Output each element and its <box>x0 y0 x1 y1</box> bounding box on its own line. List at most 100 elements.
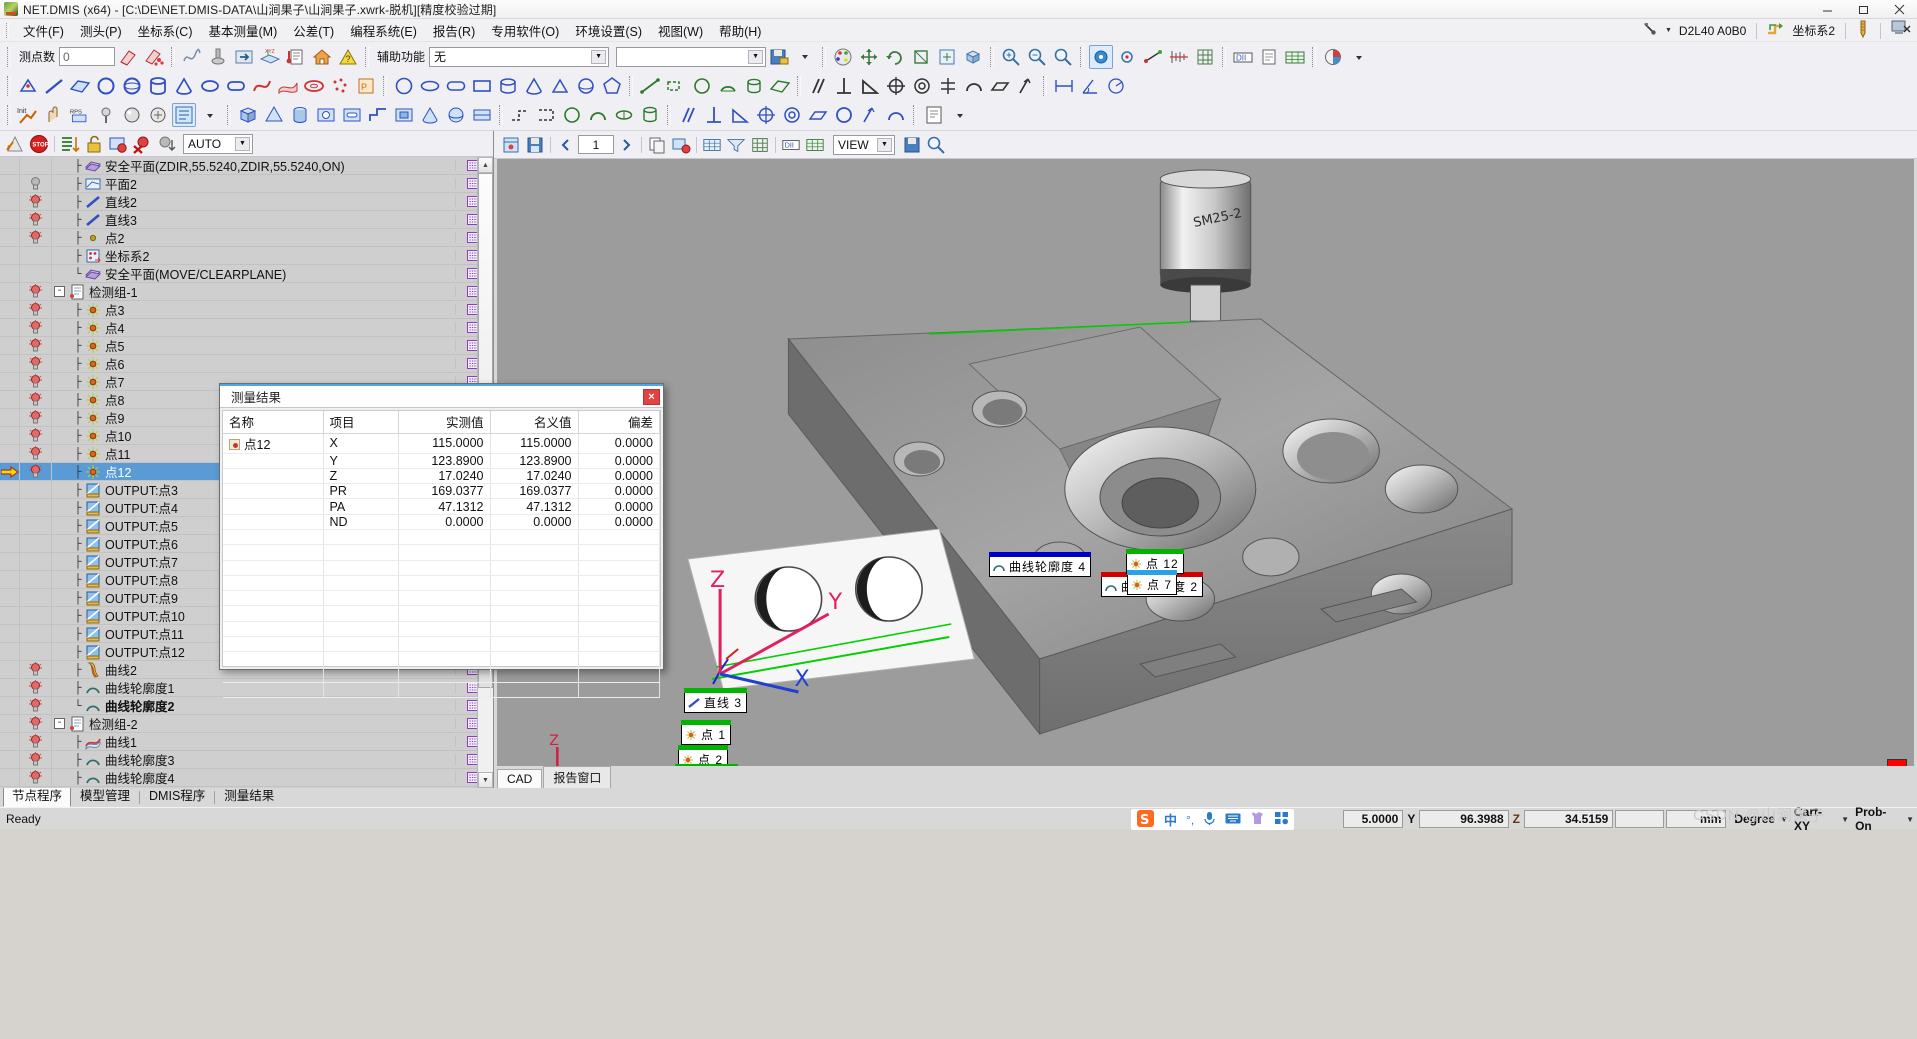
palette2-dropdown-icon[interactable] <box>1347 45 1371 69</box>
circle-feature-icon[interactable] <box>94 74 118 98</box>
torus-feature-icon[interactable] <box>302 74 326 98</box>
toolbar-grip[interactable] <box>171 47 175 67</box>
tol-parallel-icon[interactable] <box>806 74 830 98</box>
tree-row[interactable]: ├曲线1 <box>0 733 493 751</box>
minimize-button[interactable] <box>1809 0 1845 19</box>
menu-tolerance[interactable]: 公差(T) <box>285 18 342 43</box>
tree-expander[interactable]: - <box>54 718 65 729</box>
path-circle-icon[interactable] <box>560 103 584 127</box>
table-row[interactable]: Z17.024017.02400.0000 <box>223 468 660 483</box>
parallel2-icon[interactable] <box>676 103 700 127</box>
pcs-icon[interactable]: P <box>354 74 378 98</box>
tree-visibility-toggle[interactable] <box>20 697 52 714</box>
home-icon[interactable] <box>310 45 334 69</box>
coordinate-system-icon[interactable] <box>1767 21 1785 40</box>
tol-profile-icon[interactable] <box>962 74 986 98</box>
aux-secondary-combo[interactable]: ▼ <box>616 47 766 67</box>
g-slot2-icon[interactable] <box>444 74 468 98</box>
curve-feature-icon[interactable] <box>250 74 274 98</box>
tree-visibility-toggle[interactable] <box>20 427 52 444</box>
chevron-down-icon[interactable]: ▼ <box>235 137 250 151</box>
table-row[interactable]: PR169.0377169.03770.0000 <box>223 484 660 499</box>
tree-visibility-toggle[interactable] <box>20 319 52 336</box>
tree-row[interactable]: └安全平面(MOVE/CLEARPLANE) <box>0 265 493 283</box>
ellipse-feature-icon[interactable] <box>198 74 222 98</box>
view-zoom-icon[interactable] <box>925 134 947 156</box>
cad-viewport[interactable]: SM25-2 <box>497 159 1914 766</box>
view-preset-combo[interactable]: VIEW ▼ <box>833 135 895 155</box>
g-cyl2-icon[interactable] <box>496 74 520 98</box>
menu-grip[interactable] <box>6 23 9 38</box>
tree-row[interactable]: ├平面2 <box>0 175 493 193</box>
chevron-down-icon[interactable]: ▼ <box>877 138 892 152</box>
toolbar-grip[interactable] <box>365 47 369 67</box>
tree-visibility-toggle[interactable] <box>20 499 52 516</box>
ime-mic-icon[interactable] <box>1203 811 1216 829</box>
toolbar-grip[interactable] <box>1080 47 1084 67</box>
toolbar-grip[interactable] <box>797 76 801 96</box>
tree-row[interactable]: ├点5 <box>0 337 493 355</box>
tree-visibility-toggle[interactable] <box>20 247 52 264</box>
table-row[interactable]: Y123.8900123.89000.0000 <box>223 453 660 468</box>
toolbar-grip[interactable] <box>7 76 11 96</box>
copy-view-icon[interactable] <box>646 134 668 156</box>
next-page-icon[interactable] <box>615 134 637 156</box>
g-cone2-icon[interactable] <box>522 74 546 98</box>
geo-hole-icon[interactable] <box>314 103 338 127</box>
grid-table-icon[interactable] <box>1283 45 1307 69</box>
menu-basic-measure[interactable]: 基本测量(M) <box>201 18 286 43</box>
save-view-icon[interactable] <box>524 134 546 156</box>
construct-box-icon[interactable] <box>664 74 688 98</box>
zoom-out-icon[interactable] <box>1025 45 1049 69</box>
menu-special-software[interactable]: 专用软件(O) <box>483 18 567 43</box>
select-point-icon[interactable] <box>1115 45 1139 69</box>
g-tri-icon[interactable] <box>548 74 572 98</box>
toolbar-grip[interactable] <box>1222 47 1226 67</box>
view-iso-icon[interactable] <box>961 45 985 69</box>
toolbar-grip[interactable] <box>7 47 11 67</box>
tree-visibility-toggle[interactable] <box>20 463 52 480</box>
sphere-feature-icon[interactable] <box>120 74 144 98</box>
construct-circle-icon[interactable] <box>690 74 714 98</box>
tree-visibility-toggle[interactable] <box>20 751 52 768</box>
path-move-icon[interactable] <box>508 103 532 127</box>
execution-mode-combo[interactable]: AUTO ▼ <box>183 134 253 154</box>
path-spiral-icon[interactable] <box>612 103 636 127</box>
align-dropdown-icon[interactable] <box>793 45 817 69</box>
geo-cone3-icon[interactable] <box>418 103 442 127</box>
tol-angularity-icon[interactable] <box>858 74 882 98</box>
menu-help[interactable]: 帮助(H) <box>711 18 769 43</box>
path-arc-icon[interactable] <box>586 103 610 127</box>
tree-visibility-toggle[interactable] <box>20 661 52 678</box>
ime-logo-icon[interactable]: S <box>1136 809 1155 831</box>
probe-list-icon[interactable] <box>146 103 170 127</box>
color-palette-icon[interactable] <box>831 45 855 69</box>
calibration-icon[interactable] <box>1856 20 1870 41</box>
tree-row[interactable]: ├点3 <box>0 301 493 319</box>
delete-from-program-icon[interactable] <box>131 133 153 155</box>
stop-program-icon[interactable]: STOP <box>28 133 50 155</box>
probe-tree-icon[interactable] <box>172 103 196 127</box>
ime-toolbar[interactable]: S 中 °, <box>1131 809 1294 830</box>
toolbar-grip[interactable] <box>499 105 503 125</box>
tree-visibility-toggle[interactable] <box>20 625 52 642</box>
line-feature-icon[interactable] <box>42 74 66 98</box>
construct-line-icon[interactable] <box>638 74 662 98</box>
report-dropdown-icon[interactable] <box>948 103 972 127</box>
ime-skin-icon[interactable] <box>1250 811 1265 828</box>
menu-programming[interactable]: 编程系统(E) <box>342 18 425 43</box>
cone-feature-icon[interactable] <box>172 74 196 98</box>
tree-visibility-toggle[interactable] <box>20 193 52 210</box>
ime-punctuation-icon[interactable]: °, <box>1186 813 1194 827</box>
maximize-button[interactable] <box>1845 0 1881 19</box>
manual-mode-icon[interactable] <box>42 103 66 127</box>
toolbar-grip[interactable] <box>667 105 671 125</box>
sphere-calib-icon[interactable] <box>120 103 144 127</box>
tree-row[interactable]: ├曲线轮廓度3 <box>0 751 493 769</box>
tree-expander[interactable]: - <box>54 286 65 297</box>
geo-step-icon[interactable] <box>366 103 390 127</box>
toolbar-grip[interactable] <box>913 105 917 125</box>
profile2-icon[interactable] <box>884 103 908 127</box>
tree-row[interactable]: ├曲线轮廓度4 <box>0 769 493 787</box>
callout-point-7[interactable]: 点 7 <box>1127 574 1177 595</box>
